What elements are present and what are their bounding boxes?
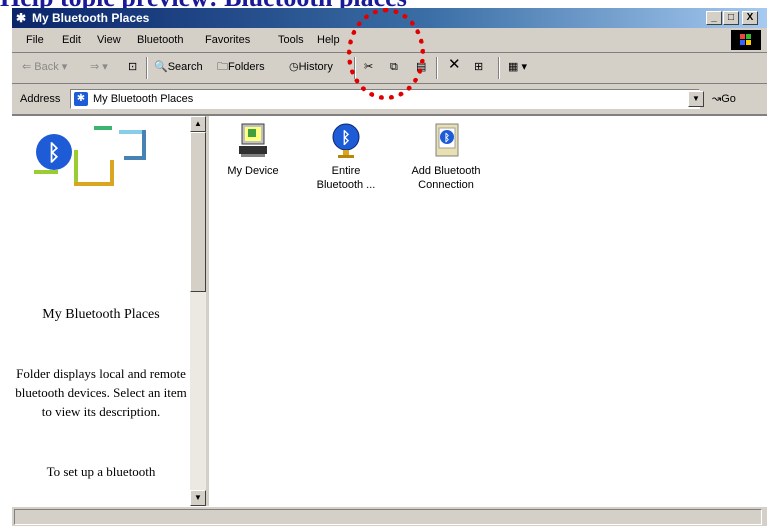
history-button[interactable]: ◷History	[289, 60, 333, 74]
close-button[interactable]: X	[742, 11, 758, 25]
up-folder-icon[interactable]: ⊡	[128, 60, 137, 74]
menu-edit[interactable]: Edit	[62, 33, 81, 47]
pane-title: My Bluetooth Places	[42, 307, 160, 322]
toolbar-separator	[498, 57, 500, 79]
go-label: Go	[721, 93, 736, 105]
back-label: Back	[34, 61, 59, 73]
svg-text:ᛒ: ᛒ	[341, 128, 351, 147]
menu-favorites[interactable]: Favorites	[205, 33, 250, 47]
status-bar	[12, 506, 767, 526]
scroll-thumb[interactable]	[190, 132, 206, 292]
item-add-bluetooth-connection[interactable]: ᛒ Add Bluetooth Connection	[396, 122, 496, 192]
views-icon[interactable]: ▦ ▾	[508, 60, 527, 74]
pane-description: Folder displays local and remote bluetoo…	[15, 366, 187, 419]
item-label: Add Bluetooth	[411, 165, 481, 177]
history-label: History	[298, 61, 333, 73]
item-my-device[interactable]: My Device	[216, 122, 290, 178]
window-title: My Bluetooth Places	[32, 11, 150, 25]
menu-help[interactable]: Help	[317, 33, 340, 47]
toolbar-separator	[146, 57, 148, 79]
menu-bluetooth[interactable]: Bluetooth	[137, 33, 183, 47]
svg-text:ᛒ: ᛒ	[444, 132, 450, 144]
folders-button[interactable]: 🗀Folders	[217, 60, 265, 74]
bluetooth-banner-icon: ᛒ	[34, 126, 146, 186]
toolbar-separator	[436, 57, 438, 79]
bluetooth-icon: ✱	[16, 11, 27, 25]
menu-file[interactable]: File	[26, 33, 44, 47]
maximize-button[interactable]: □	[723, 11, 739, 25]
highlight-annotation	[347, 8, 425, 100]
address-dropdown-button[interactable]: ▼	[688, 91, 704, 107]
folders-label: Folders	[228, 61, 265, 73]
go-button[interactable]: ↝Go	[712, 92, 736, 106]
status-panel	[14, 509, 762, 525]
delete-icon[interactable]: ✕	[448, 57, 461, 72]
web-view-pane: ᛒ My Bluetooth Places Folder displays lo…	[12, 116, 190, 506]
item-label-secondary: Bluetooth ...	[316, 179, 376, 191]
item-label: Entire	[331, 165, 361, 177]
bluetooth-icon: ✱	[74, 92, 88, 106]
back-button[interactable]: ⇐ Back ▾	[22, 60, 67, 74]
minimize-button[interactable]: _	[706, 11, 722, 25]
forward-button[interactable]: ⇒ ▾	[90, 60, 108, 74]
windows-logo-icon	[731, 30, 761, 50]
content-area: ᛒ My Bluetooth Places Folder displays lo…	[12, 115, 767, 506]
item-label: My Device	[227, 165, 279, 177]
search-label: Search	[167, 61, 203, 73]
menu-tools[interactable]: Tools	[278, 33, 304, 47]
bluetooth-globe-icon: ᛒ	[332, 123, 360, 158]
add-bluetooth-icon: ᛒ	[435, 123, 459, 157]
search-button[interactable]: 🔍Search	[154, 60, 203, 74]
properties-icon[interactable]: ⊞	[474, 60, 483, 74]
item-label-secondary: Connection	[418, 179, 474, 191]
item-entire-bluetooth[interactable]: ᛒ Entire Bluetooth ...	[306, 122, 386, 192]
menu-view[interactable]: View	[97, 33, 121, 47]
scroll-down-button[interactable]: ▼	[190, 490, 206, 506]
pane-more-text: To set up a bluetooth	[46, 464, 156, 479]
pane-divider[interactable]	[206, 116, 209, 506]
address-label: Address	[20, 93, 61, 105]
computer-icon	[239, 123, 267, 157]
address-value: My Bluetooth Places	[93, 93, 194, 105]
svg-text:ᛒ: ᛒ	[47, 141, 60, 166]
left-pane-scrollbar[interactable]: ▲ ▼	[190, 116, 206, 506]
scroll-up-button[interactable]: ▲	[190, 116, 206, 132]
